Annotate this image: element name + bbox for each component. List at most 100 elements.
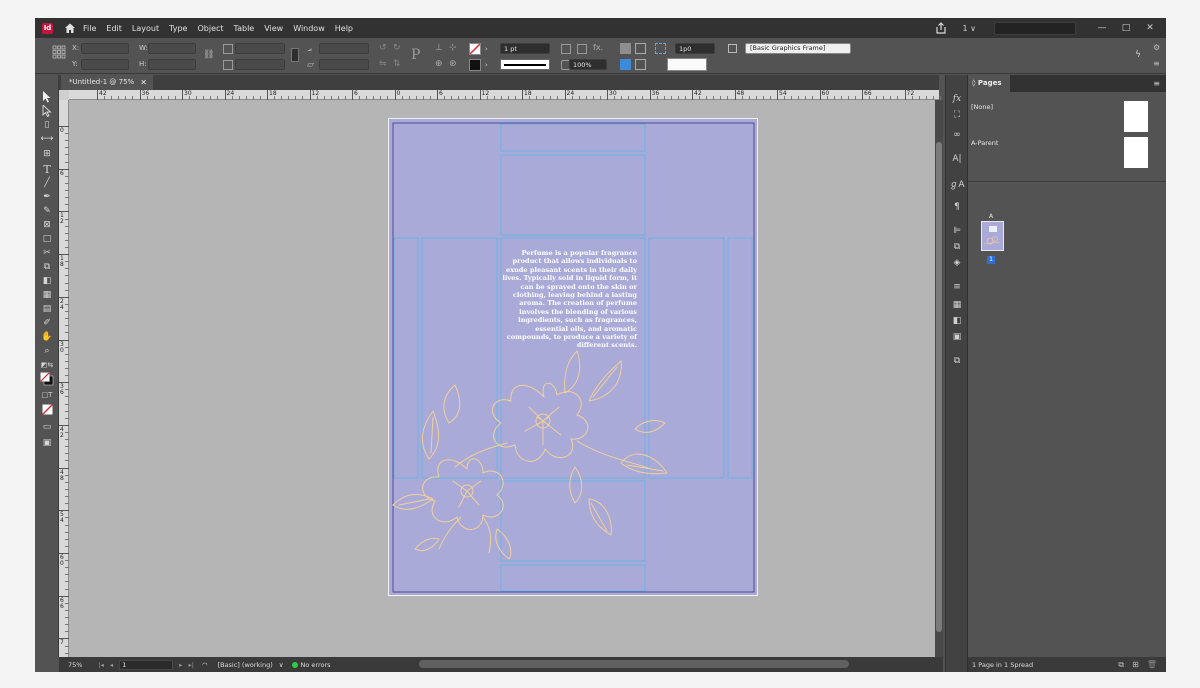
- auto-fit-icon[interactable]: [655, 43, 666, 54]
- previous-page-icon[interactable]: ◂: [110, 661, 113, 669]
- pencil-tool-icon[interactable]: ✎: [41, 205, 53, 217]
- type-tool-icon[interactable]: T: [41, 163, 53, 176]
- page-number-field[interactable]: 1: [119, 659, 174, 670]
- align-panel-icon[interactable]: ⊫: [951, 225, 963, 237]
- stroke-panel-icon[interactable]: ≡: [951, 281, 963, 293]
- layers-panel-icon[interactable]: ◈: [951, 257, 963, 269]
- fit-content-icon[interactable]: [620, 43, 631, 54]
- menu-help[interactable]: Help: [335, 24, 353, 33]
- flip-horizontal-icon[interactable]: ⇋: [379, 59, 387, 69]
- first-page-icon[interactable]: |◂: [98, 661, 103, 669]
- gap-tool-icon[interactable]: ⟷: [41, 133, 54, 145]
- menu-window[interactable]: Window: [293, 24, 325, 33]
- share-icon[interactable]: [935, 22, 947, 34]
- lightning-icon[interactable]: ϟ: [1135, 50, 1141, 60]
- page-tool-icon[interactable]: ▯: [41, 119, 53, 131]
- zoom-level[interactable]: 75%: [68, 661, 82, 669]
- menu-view[interactable]: View: [264, 24, 283, 33]
- scale-y-icon[interactable]: [223, 60, 233, 70]
- search-input[interactable]: [994, 21, 1076, 35]
- none-parent-thumbnail[interactable]: [1124, 101, 1148, 132]
- character-panel-icon[interactable]: A|: [951, 153, 963, 165]
- shear-field[interactable]: [319, 59, 369, 70]
- stroke-weight-field[interactable]: 1 pt: [500, 43, 550, 54]
- edit-page-size-icon[interactable]: ⧉: [1118, 660, 1124, 670]
- pages-panel-menu-icon[interactable]: ≡: [1153, 79, 1160, 88]
- y-field[interactable]: [81, 59, 129, 70]
- a-parent-label[interactable]: A-Parent: [971, 139, 998, 147]
- style-dropdown-icon[interactable]: ∨: [279, 661, 284, 669]
- direct-selection-tool-icon[interactable]: [41, 105, 53, 117]
- gutter-field[interactable]: 1p0: [675, 43, 715, 54]
- new-page-icon[interactable]: ⊞: [1132, 660, 1139, 669]
- horizontal-ruler[interactable]: 42 36 30 24 18 12 6 0 6 12 18 24 30 36 42 48 54 60 66 72: [69, 90, 941, 100]
- rotate-cw-icon[interactable]: ↻: [393, 43, 401, 53]
- x-field[interactable]: [81, 43, 129, 54]
- last-page-icon[interactable]: ▸|: [188, 661, 193, 669]
- ruler-origin[interactable]: [59, 90, 69, 100]
- select-content-icon[interactable]: ⊹: [449, 43, 457, 53]
- shear-icon[interactable]: ▱: [307, 60, 314, 70]
- rectangle-frame-tool-icon[interactable]: ⊠: [41, 219, 53, 231]
- rotate-ccw-icon[interactable]: ↺: [379, 43, 387, 53]
- effects-fx-icon[interactable]: fx.: [593, 43, 603, 52]
- free-transform-tool-icon[interactable]: ⧉: [41, 261, 53, 273]
- fit-frame-icon[interactable]: [635, 43, 646, 54]
- pen-tool-icon[interactable]: ✒: [41, 191, 53, 203]
- scale-y-field[interactable]: [235, 59, 285, 70]
- panel-menu-icon[interactable]: ≡: [1153, 59, 1160, 68]
- stroke-swatch[interactable]: [469, 59, 481, 71]
- menu-layout[interactable]: Layout: [132, 24, 159, 33]
- apply-none-icon[interactable]: [41, 403, 53, 415]
- content-collector-icon[interactable]: ⊞: [41, 148, 53, 160]
- eyedropper-tool-icon[interactable]: ✐: [41, 317, 53, 329]
- body-text-frame[interactable]: Perfume is a popular fragrance product t…: [499, 249, 637, 350]
- preflight-status[interactable]: No errors: [291, 661, 331, 669]
- select-previous-icon[interactable]: ⊕: [435, 59, 443, 69]
- center-content-icon[interactable]: [635, 59, 646, 70]
- color-panel-icon[interactable]: ▣: [951, 331, 963, 343]
- frame-shape-icon[interactable]: [577, 44, 587, 54]
- pathfinder-icon[interactable]: ⧉: [951, 241, 963, 253]
- menu-type[interactable]: Type: [169, 24, 187, 33]
- opacity-field[interactable]: 100%: [569, 59, 607, 70]
- next-page-icon[interactable]: ▸: [179, 661, 182, 669]
- frame-fitting-icon[interactable]: [620, 59, 631, 70]
- scale-x-field[interactable]: [235, 43, 285, 54]
- rotation-field[interactable]: [319, 43, 369, 54]
- scale-x-icon[interactable]: [223, 44, 233, 54]
- fill-menu-chevron-icon[interactable]: ›: [485, 45, 488, 53]
- menu-file[interactable]: File: [83, 24, 96, 33]
- pasteboard[interactable]: Perfume is a popular fragrance product t…: [69, 100, 935, 657]
- a-parent-thumbnail[interactable]: [1124, 137, 1148, 168]
- cc-libraries-icon[interactable]: ∞: [951, 129, 963, 141]
- document-tab[interactable]: *Untitled-1 @ 75% ✕: [61, 75, 153, 90]
- pages-panel-icon[interactable]: ⧉: [951, 355, 963, 367]
- pages-panel-tab[interactable]: ◊ Pages: [968, 75, 1010, 92]
- vertical-ruler[interactable]: 0 6 1 2 1 8 2 4 3 0 3 6 4 2 4 8 5 4 6 0 6 6 7: [59, 100, 69, 657]
- select-next-icon[interactable]: ⊛: [449, 59, 457, 69]
- horizontal-scrollbar[interactable]: [419, 660, 849, 668]
- menu-object[interactable]: Object: [197, 24, 223, 33]
- stroke-type-field[interactable]: [500, 59, 550, 70]
- close-tab-icon[interactable]: ✕: [140, 75, 147, 90]
- formatting-container-icon[interactable]: □T: [41, 389, 53, 401]
- object-style-icon[interactable]: [728, 44, 737, 53]
- note-tool-icon[interactable]: ▤: [41, 303, 53, 315]
- gradient-panel-icon[interactable]: ◧: [951, 315, 963, 327]
- flip-vertical-icon[interactable]: ⇅: [393, 59, 401, 69]
- links-panel-icon[interactable]: ⛶: [951, 109, 963, 121]
- rotate-icon[interactable]: ⦟: [307, 44, 312, 54]
- menu-edit[interactable]: Edit: [106, 24, 122, 33]
- close-window-button[interactable]: ✕: [1142, 23, 1158, 33]
- workspace-switcher[interactable]: 1 ∨: [963, 24, 977, 33]
- page-1-thumbnail[interactable]: [981, 221, 1004, 251]
- selection-tool-icon[interactable]: [41, 91, 53, 103]
- swatches-panel-icon[interactable]: ▦: [951, 299, 963, 311]
- text-wrap-icon[interactable]: [561, 44, 571, 54]
- object-style-dropdown[interactable]: [Basic Graphics Frame]: [745, 43, 851, 54]
- screen-mode-icon[interactable]: ▭: [41, 421, 53, 433]
- fill-swatch[interactable]: [469, 43, 481, 55]
- floral-illustration[interactable]: [389, 349, 679, 559]
- vertical-scrollbar[interactable]: [935, 100, 943, 657]
